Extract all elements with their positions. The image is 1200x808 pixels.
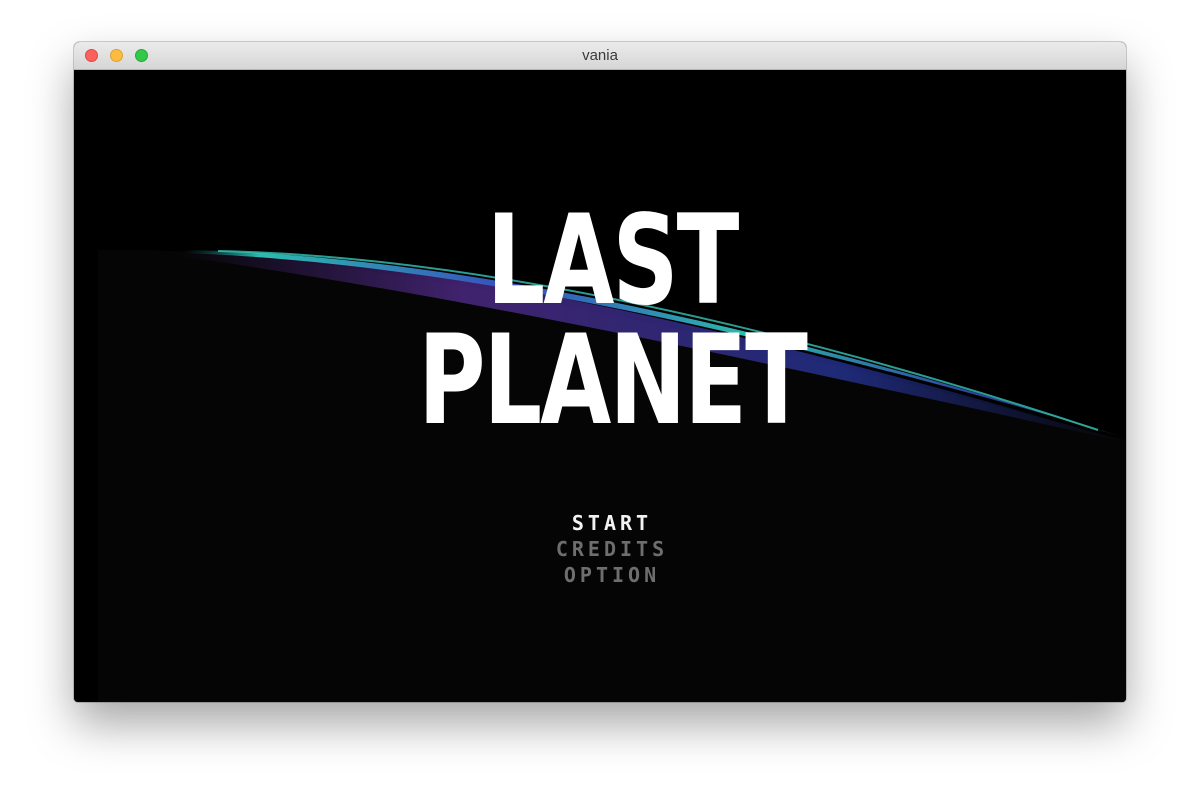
title-menu: START CREDITS OPTION xyxy=(98,510,1126,588)
app-window: vania LAST PLANET START CREDITS OPTION xyxy=(74,42,1126,702)
title-bar[interactable]: vania xyxy=(74,42,1126,70)
game-logo-line-2: PLANET xyxy=(418,308,808,453)
game-canvas[interactable]: LAST PLANET START CREDITS OPTION xyxy=(74,70,1126,702)
game-viewport: LAST PLANET START CREDITS OPTION xyxy=(98,70,1126,702)
window-title: vania xyxy=(582,47,618,64)
menu-item-start[interactable]: START xyxy=(98,510,1126,536)
menu-item-credits[interactable]: CREDITS xyxy=(98,536,1126,562)
menu-item-option[interactable]: OPTION xyxy=(98,562,1126,588)
